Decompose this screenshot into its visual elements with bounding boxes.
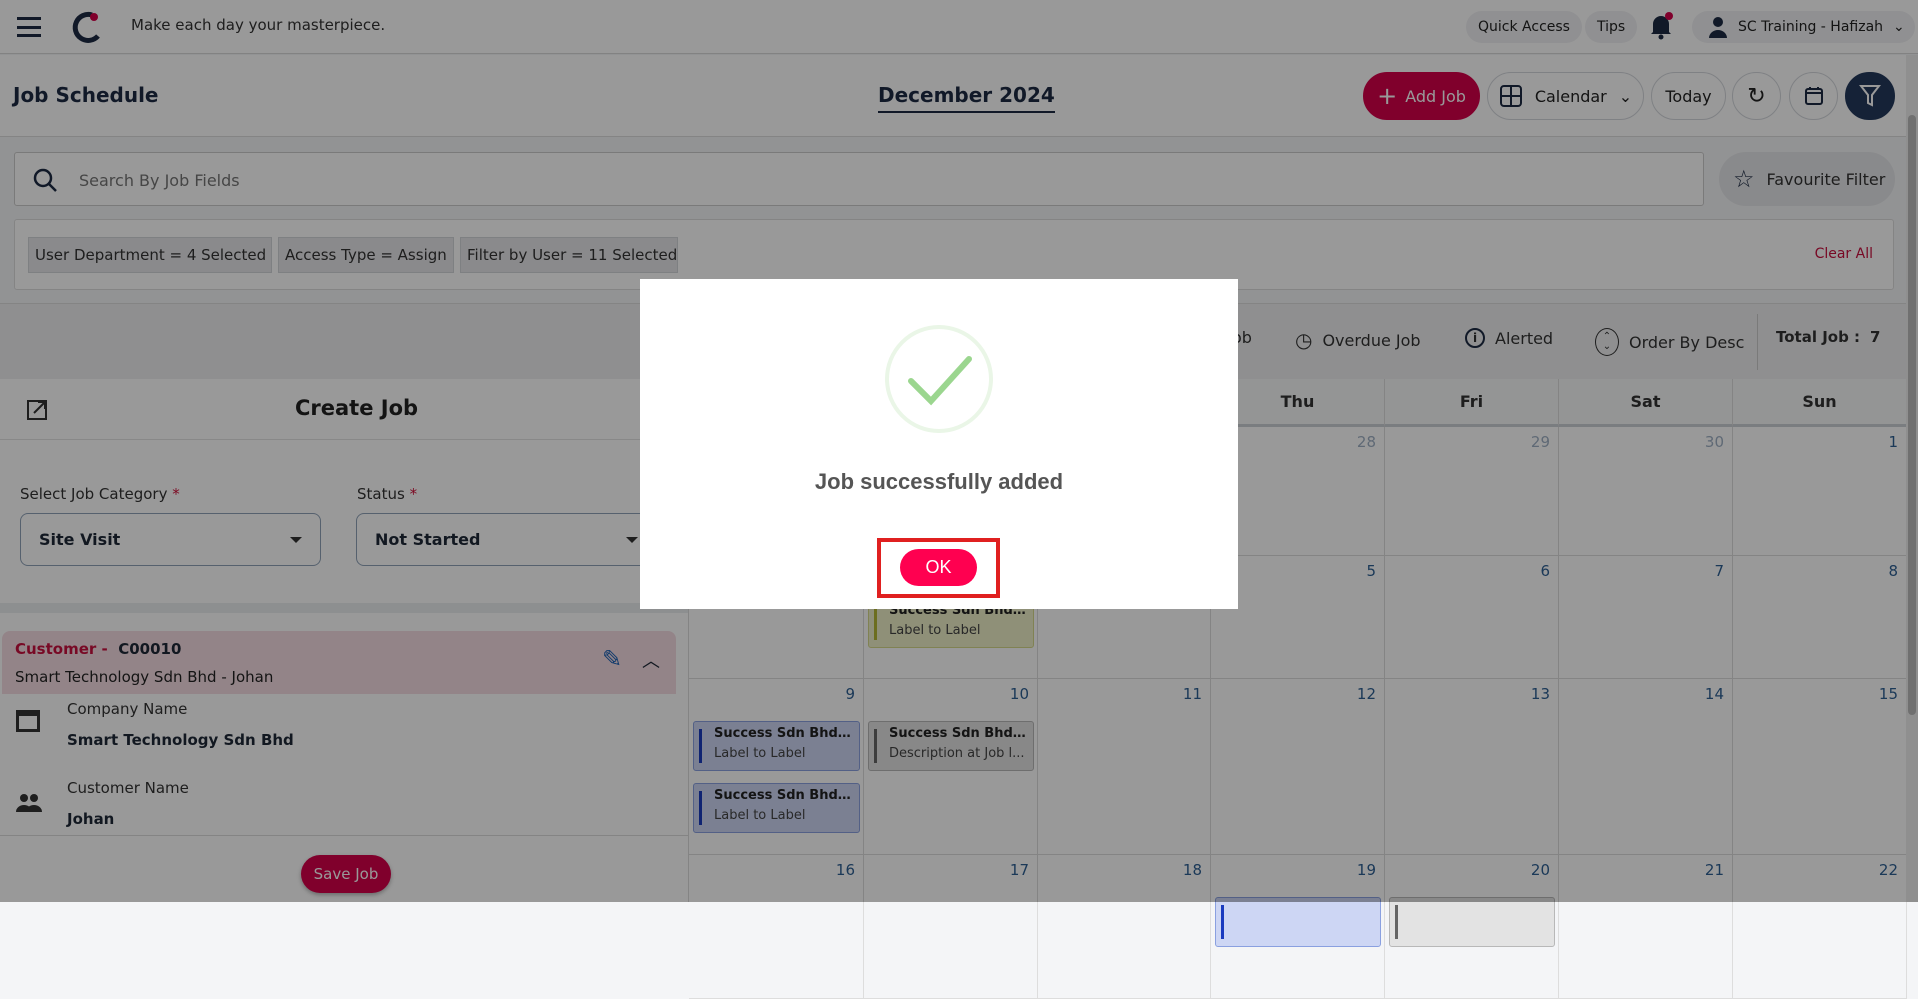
ok-label: OK: [925, 557, 952, 577]
dialog-message: Job successfully added: [814, 469, 1064, 494]
success-check-icon: [885, 325, 993, 433]
ok-button[interactable]: OK: [900, 549, 977, 586]
calendar-event[interactable]: [1389, 897, 1555, 947]
event-color-bar: [1221, 905, 1224, 939]
event-color-bar: [1395, 905, 1398, 939]
calendar-event[interactable]: [1215, 897, 1381, 947]
success-dialog: Job successfully added OK: [640, 279, 1238, 609]
